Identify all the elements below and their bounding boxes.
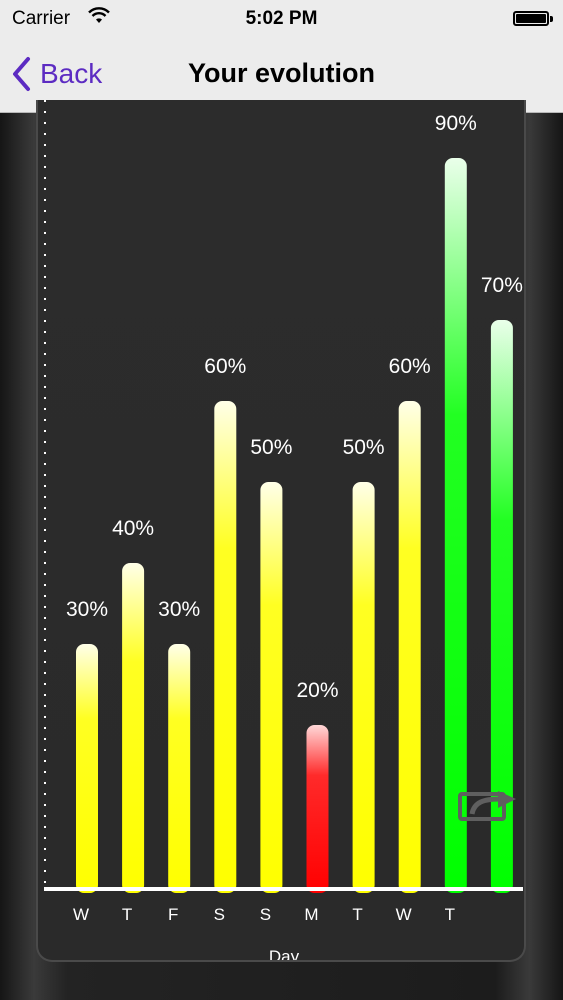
x-tick-label-3: S [214, 905, 225, 924]
status-bar: Carrier 5:02 PM [0, 0, 563, 38]
x-tick-label-7: W [396, 905, 412, 924]
x-tick-label-5: M [304, 905, 318, 924]
data-label-9: 70% [481, 274, 523, 297]
data-label-6: 50% [343, 436, 385, 459]
bar-8 [444, 158, 467, 893]
x-tick-label-1: T [122, 905, 132, 924]
data-label-3: 60% [204, 355, 246, 378]
status-time: 5:02 PM [245, 8, 318, 29]
x-tick-label-4: S [260, 905, 271, 924]
data-label-1: 40% [112, 517, 154, 540]
bar-3 [214, 401, 237, 893]
data-label-8: 90% [435, 112, 477, 135]
bar-0 [76, 644, 98, 893]
x-tick-label-2: F [168, 905, 178, 924]
data-label-2: 30% [158, 598, 200, 621]
bar-4 [260, 482, 283, 893]
share-button[interactable] [458, 786, 520, 822]
data-label-0: 30% [66, 598, 108, 621]
bar-5 [306, 725, 329, 893]
bar-2 [168, 644, 191, 893]
bar-7 [398, 401, 421, 893]
page-title: Your evolution [188, 58, 375, 88]
x-tick-label-8: T [445, 905, 455, 924]
bar-chart: 30% 40% 30% 60% 50% 20% 50% 60% 90% 70% W T F S S M T W T… [44, 100, 523, 962]
x-tick-label-0: W [73, 905, 89, 924]
x-tick-label-6: T [352, 905, 362, 924]
chart-panel: 30% 40% 30% 60% 50% 20% 50% 60% 90% 70% W T F S S M T W T… [36, 100, 526, 962]
data-label-4: 50% [250, 436, 292, 459]
data-label-7: 60% [389, 355, 431, 378]
bar-1 [122, 563, 145, 893]
bar-6 [352, 482, 375, 893]
battery-icon [513, 11, 553, 26]
share-icon [458, 791, 516, 821]
x-axis-title: Day [269, 947, 300, 962]
data-label-5: 20% [296, 679, 338, 702]
